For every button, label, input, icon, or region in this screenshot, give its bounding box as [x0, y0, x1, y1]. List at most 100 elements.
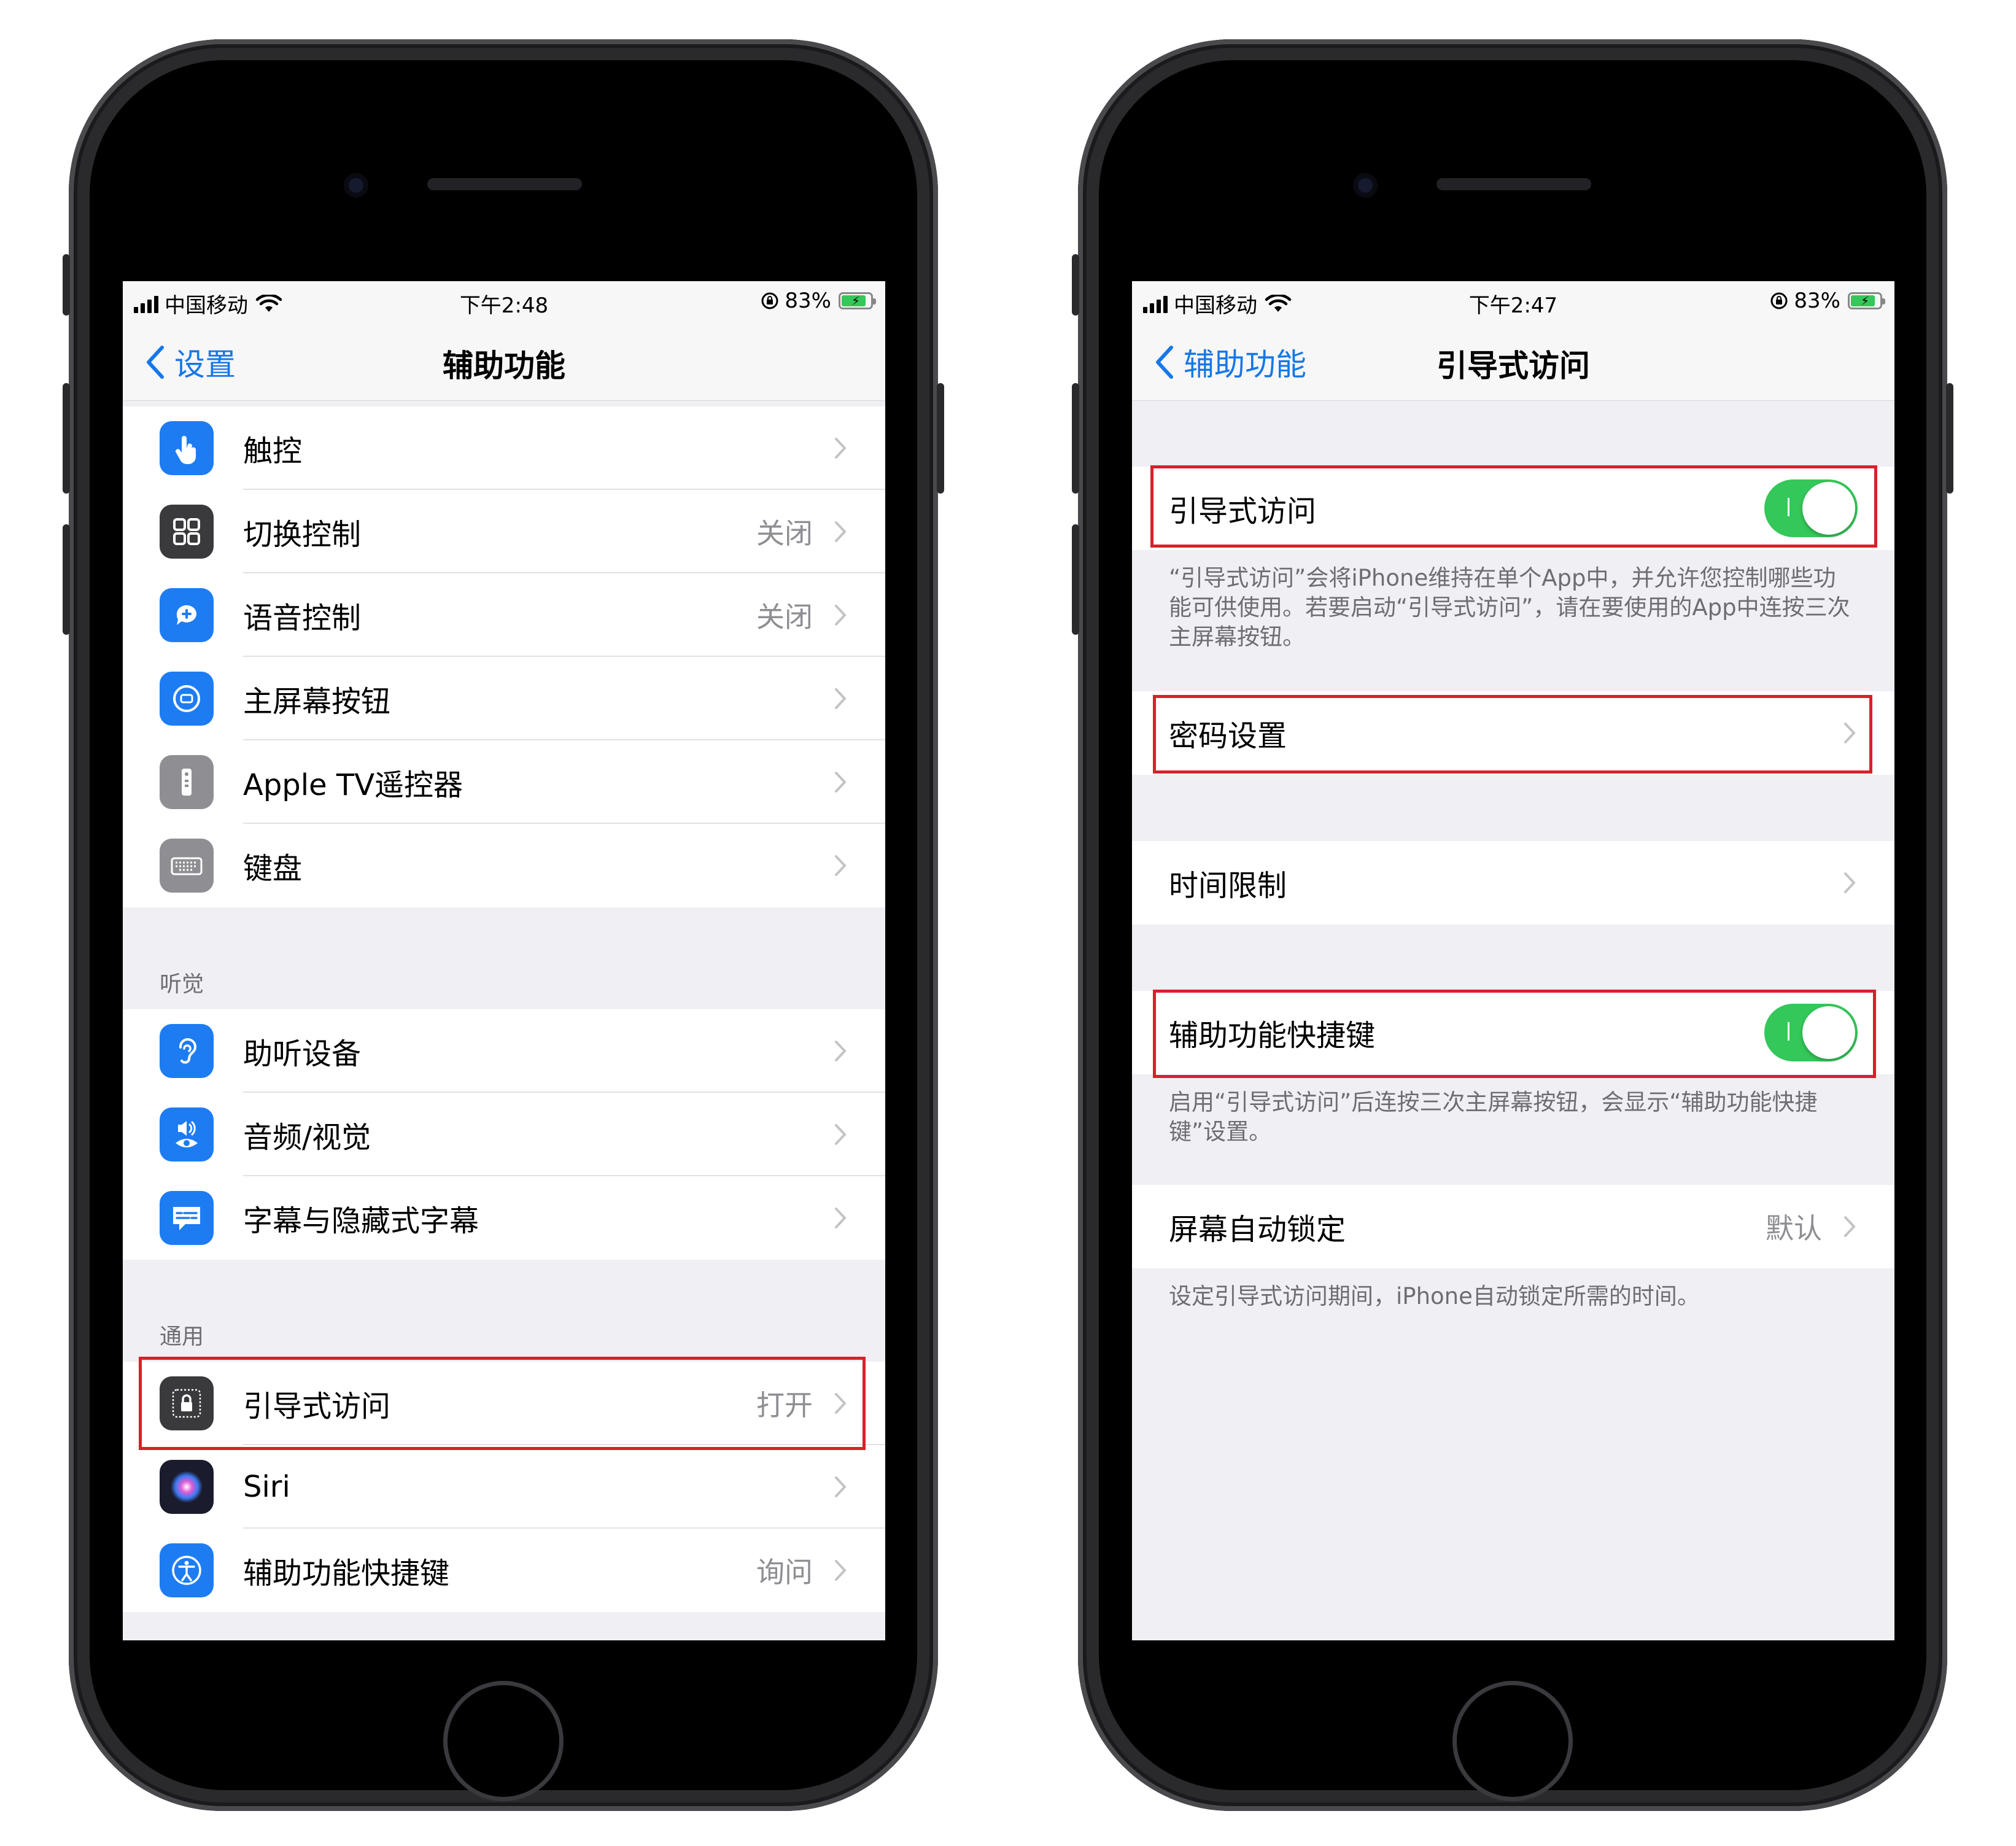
- left-phone-mute-switch: [63, 254, 70, 316]
- settings-row-keyboard[interactable]: 键盘: [123, 824, 885, 907]
- keyboard-icon: [160, 839, 214, 893]
- chevron-right-icon: [835, 855, 847, 876]
- right-phone-volume-down: [1072, 524, 1079, 635]
- settings-row-value: 打开: [756, 1389, 813, 1422]
- settings-group-hearing: 助听设备 音频/视觉 字幕与隐藏式字幕: [123, 1009, 885, 1260]
- guided-access-row: 引导式访问: [1132, 467, 1894, 550]
- group-passcode: 密码设置: [1132, 691, 1894, 775]
- chevron-right-icon: [835, 772, 847, 793]
- settings-group-general: 引导式访问 打开 Siri 辅助功能快捷键 询问: [123, 1362, 885, 1612]
- right-phone-volume-up: [1072, 383, 1079, 494]
- apple-tv-remote-icon: [160, 755, 214, 809]
- settings-row-label: 键盘: [243, 851, 303, 886]
- settings-list: 触控 切换控制 关闭 语音控制 关闭 主屏幕按钮 Apple TV遥控器 键盘 …: [123, 400, 885, 1612]
- guided-access-lock-icon: [160, 1376, 214, 1430]
- switch-control-grid-icon: [160, 505, 214, 559]
- settings-row-hearing-devices[interactable]: 助听设备: [123, 1009, 885, 1093]
- guided-access-footnote: “引导式访问”会将iPhone维持在单个App中，并允许您控制哪些功能可供使用。…: [1169, 565, 1850, 650]
- chevron-right-icon: [835, 688, 847, 709]
- voice-control-icon: [160, 588, 214, 642]
- navigation-bar: 设置 辅助功能: [123, 324, 885, 401]
- settings-row-label: Apple TV遥控器: [243, 768, 463, 802]
- settings-row-label: 引导式访问: [243, 1389, 391, 1424]
- settings-row-value: 关闭: [756, 600, 813, 634]
- time-limits-row[interactable]: 时间限制: [1132, 841, 1894, 925]
- accessibility-shortcut-icon: [160, 1543, 214, 1597]
- settings-row-label: 语音控制: [243, 601, 362, 635]
- siri-icon: [160, 1460, 214, 1514]
- settings-row-home-button[interactable]: 主屏幕按钮: [123, 657, 885, 740]
- chevron-right-icon: [835, 1393, 847, 1414]
- subtitles-icon: [160, 1191, 214, 1245]
- right-phone-home-button[interactable]: [1452, 1681, 1573, 1801]
- right-phone-power-button: [1946, 383, 1953, 494]
- right-phone-front-camera: [1353, 173, 1378, 198]
- hearing-ear-icon: [160, 1024, 214, 1078]
- status-bar: 中国移动 下午2:48 83% ⚡: [123, 281, 885, 324]
- accessibility-shortcut-footnote: 启用“引导式访问”后连按三次主屏幕按钮，会显示“辅助功能快捷键”设置。: [1169, 1089, 1818, 1145]
- left-phone-home-button[interactable]: [443, 1681, 564, 1801]
- passcode-settings-row[interactable]: 密码设置: [1132, 691, 1894, 775]
- left-screen: 中国移动 下午2:48 83% ⚡ 设置 辅助功能 触控 切换控制 关闭 语音控…: [123, 281, 885, 1640]
- auto-lock-row[interactable]: 屏幕自动锁定 默认: [1132, 1185, 1894, 1268]
- status-bar: 中国移动 下午2:47 83% ⚡: [1132, 281, 1894, 324]
- section-header-hearing: 听觉: [160, 972, 204, 997]
- settings-row-apple-tv-remote[interactable]: Apple TV遥控器: [123, 740, 885, 824]
- settings-row-label: Siri: [243, 1470, 290, 1504]
- time-limits-label: 时间限制: [1169, 869, 1287, 903]
- page-title: 引导式访问: [1436, 348, 1590, 384]
- settings-row-value: 关闭: [756, 517, 813, 550]
- chevron-right-icon: [835, 1476, 847, 1497]
- battery-charging-icon: ⚡: [1848, 292, 1885, 309]
- settings-row-switch-control[interactable]: 切换控制 关闭: [123, 490, 885, 573]
- guided-access-label: 引导式访问: [1169, 494, 1317, 529]
- settings-row-siri[interactable]: Siri: [123, 1445, 885, 1529]
- group-guided-access-toggle: 引导式访问: [1132, 467, 1894, 550]
- right-phone: 中国移动 下午2:47 83% ⚡ 辅助功能 引导式访问 引导式访问 “引导式访…: [1072, 39, 1953, 1811]
- group-time-limits: 时间限制: [1132, 841, 1894, 925]
- chevron-right-icon: [835, 1124, 847, 1145]
- guided-access-settings: 引导式访问 “引导式访问”会将iPhone维持在单个App中，并允许您控制哪些功…: [1132, 400, 1894, 1311]
- settings-row-audio-visual[interactable]: 音频/视觉: [123, 1093, 885, 1176]
- battery-charging-icon: ⚡: [839, 292, 876, 309]
- accessibility-shortcut-toggle[interactable]: [1764, 1004, 1858, 1061]
- orientation-lock-icon: [1770, 292, 1788, 309]
- settings-row-subtitles[interactable]: 字幕与隐藏式字幕: [123, 1176, 885, 1260]
- settings-row-label: 主屏幕按钮: [243, 684, 391, 719]
- settings-row-label: 切换控制: [243, 518, 362, 552]
- left-phone-front-camera: [344, 173, 368, 198]
- settings-row-label: 字幕与隐藏式字幕: [243, 1204, 479, 1238]
- navigation-bar: 辅助功能 引导式访问: [1132, 324, 1894, 401]
- settings-group-interaction: 触控 切换控制 关闭 语音控制 关闭 主屏幕按钮 Apple TV遥控器 键盘: [123, 406, 885, 907]
- chevron-right-icon: [1844, 723, 1856, 743]
- group-auto-lock: 屏幕自动锁定 默认: [1132, 1185, 1894, 1268]
- left-phone-volume-down: [63, 524, 70, 635]
- section-header-general: 通用: [160, 1324, 204, 1349]
- auto-lock-label: 屏幕自动锁定: [1169, 1212, 1346, 1247]
- settings-row-voice-control[interactable]: 语音控制 关闭: [123, 573, 885, 657]
- audio-visual-icon: [160, 1107, 214, 1162]
- chevron-right-icon: [835, 521, 847, 542]
- chevron-right-icon: [835, 1208, 847, 1228]
- accessibility-shortcut-row: 辅助功能快捷键: [1132, 991, 1894, 1074]
- passcode-settings-label: 密码设置: [1169, 719, 1287, 753]
- right-screen: 中国移动 下午2:47 83% ⚡ 辅助功能 引导式访问 引导式访问 “引导式访…: [1132, 281, 1894, 1640]
- chevron-right-icon: [835, 1560, 847, 1581]
- guided-access-toggle[interactable]: [1764, 479, 1858, 537]
- auto-lock-footnote: 设定引导式访问期间，iPhone自动锁定所需的时间。: [1169, 1283, 1700, 1309]
- left-phone-earpiece: [427, 178, 582, 190]
- settings-row-guided-access[interactable]: 引导式访问 打开: [123, 1362, 885, 1445]
- page-title: 辅助功能: [443, 348, 565, 384]
- settings-row-label: 触控: [243, 434, 303, 468]
- orientation-lock-icon: [761, 292, 778, 309]
- chevron-right-icon: [835, 438, 847, 459]
- settings-row-touch[interactable]: 触控: [123, 406, 885, 490]
- left-phone: 中国移动 下午2:48 83% ⚡ 设置 辅助功能 触控 切换控制 关闭 语音控…: [63, 39, 944, 1811]
- chevron-right-icon: [1844, 1216, 1856, 1237]
- settings-row-label: 音频/视觉: [243, 1120, 371, 1155]
- settings-row-accessibility-shortcut[interactable]: 辅助功能快捷键 询问: [123, 1529, 885, 1612]
- settings-row-label: 辅助功能快捷键: [243, 1556, 450, 1591]
- battery-percent: 83%: [785, 289, 831, 313]
- left-phone-power-button: [937, 383, 944, 494]
- touch-hand-icon: [160, 421, 214, 475]
